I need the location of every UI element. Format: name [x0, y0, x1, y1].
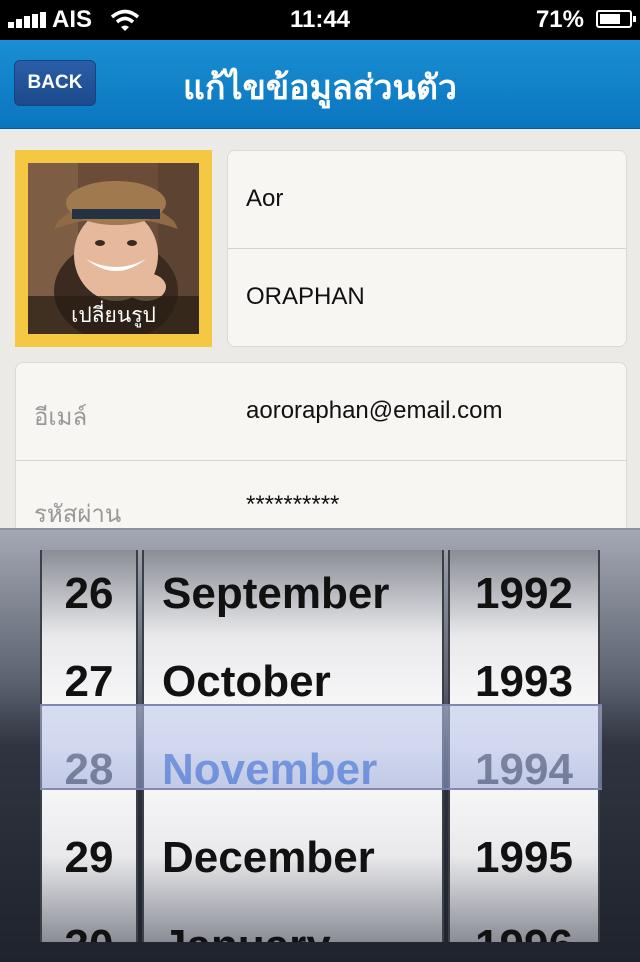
- year-option[interactable]: 1992: [450, 550, 598, 638]
- password-field[interactable]: **********: [246, 491, 339, 519]
- picker-selection-indicator: [40, 704, 602, 790]
- date-picker: 26 27 28 29 30 September October Novembe…: [0, 528, 640, 962]
- back-button[interactable]: BACK: [14, 60, 96, 106]
- divider: [228, 248, 626, 249]
- battery-icon: [596, 10, 636, 28]
- year-option[interactable]: 1996: [450, 902, 598, 942]
- email-label: อีเมล์: [34, 403, 88, 431]
- email-field[interactable]: aororaphan@email.com: [246, 397, 503, 425]
- month-option[interactable]: September: [144, 550, 442, 638]
- day-option[interactable]: 29: [42, 814, 136, 902]
- month-option[interactable]: January: [144, 902, 442, 942]
- battery-percentage: 71%: [535, 6, 584, 33]
- last-name-field[interactable]: ORAPHAN: [246, 283, 365, 311]
- day-option[interactable]: 26: [42, 550, 136, 638]
- day-option[interactable]: 30: [42, 902, 136, 942]
- name-card: Aor ORAPHAN: [227, 150, 627, 347]
- avatar-frame[interactable]: เปลี่ยนรูป: [15, 150, 212, 347]
- profile-photo[interactable]: เปลี่ยนรูป: [28, 163, 199, 334]
- page-title: แก้ไขข้อมูลส่วนตัว: [182, 68, 457, 108]
- change-photo-label[interactable]: เปลี่ยนรูป: [28, 296, 199, 334]
- status-bar: AIS 11:44 71%: [0, 0, 640, 40]
- first-name-field[interactable]: Aor: [246, 185, 283, 213]
- divider: [16, 460, 626, 461]
- month-option[interactable]: December: [144, 814, 442, 902]
- year-option[interactable]: 1995: [450, 814, 598, 902]
- navigation-bar: BACK แก้ไขข้อมูลส่วนตัว: [0, 40, 640, 129]
